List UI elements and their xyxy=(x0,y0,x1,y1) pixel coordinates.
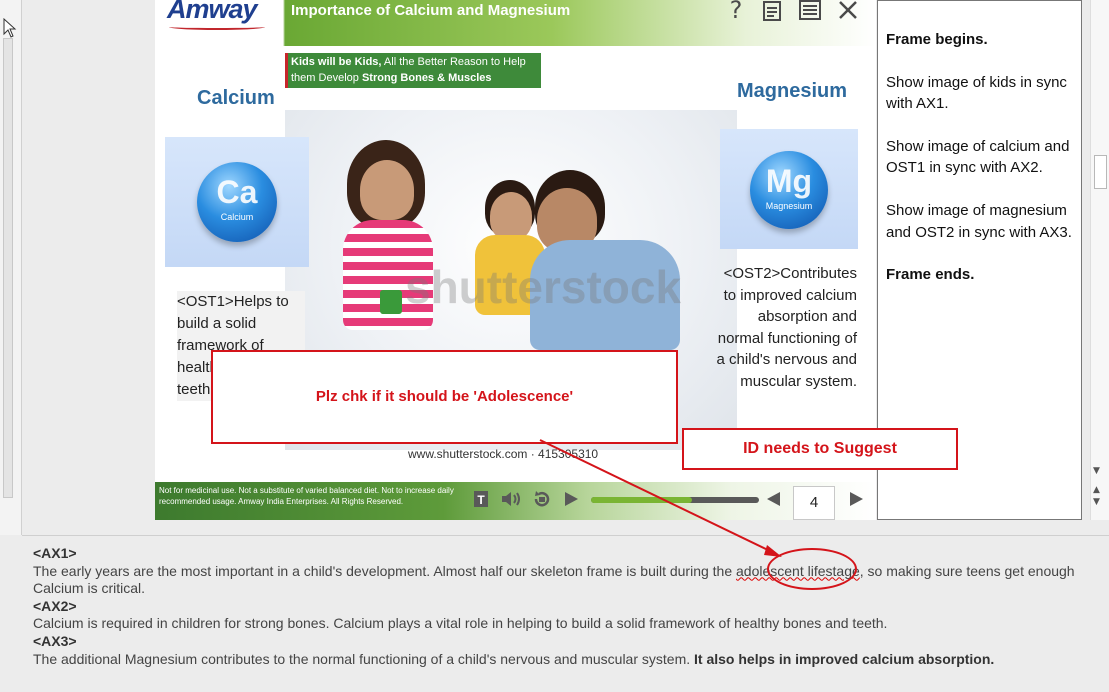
girl-face xyxy=(360,160,414,220)
calcium-orb: Ca Calcium xyxy=(197,162,277,242)
ax3-text-bold: It also helps in improved calcium absorp… xyxy=(694,650,995,667)
right-scrollbar[interactable] xyxy=(1090,0,1109,520)
scroll-down-icon[interactable]: ▼ xyxy=(1093,466,1100,476)
magnesium-image: Mg Magnesium xyxy=(720,129,858,249)
ax2-text: Calcium is required in children for stro… xyxy=(33,615,888,632)
scrollbar-thumb[interactable] xyxy=(1094,155,1107,189)
left-scrollbar[interactable] xyxy=(3,38,13,498)
volume-icon[interactable] xyxy=(500,490,522,513)
scroll-page-down-icon[interactable]: ▼ xyxy=(1093,497,1100,507)
calcium-label: Calcium xyxy=(220,212,254,222)
disclaimer-text: Not for medicinal use. Not a substitute … xyxy=(159,486,454,506)
notes-line-2: Show image of kids in sync with AX1. xyxy=(886,73,1067,113)
document-window: Amway Importance of Calcium and Magnesiu… xyxy=(0,0,1109,692)
magnesium-orb: Mg Magnesium xyxy=(750,151,828,229)
banner-bold: Kids will be Kids, xyxy=(291,56,382,68)
close-icon[interactable] xyxy=(835,0,861,22)
notes-frame-begins: Frame begins. xyxy=(886,31,988,48)
notes-frame-ends: Frame ends. xyxy=(886,266,975,284)
previous-slide-icon[interactable] xyxy=(765,490,783,513)
progress-bar[interactable] xyxy=(591,497,759,503)
watermark: shutterstock xyxy=(405,261,682,313)
ost2-text: <OST2>Contributes to improved calcium ab… xyxy=(716,265,857,390)
mouse-cursor-icon xyxy=(3,18,17,38)
ax3-text-start: The additional Magnesium contributes to … xyxy=(33,650,695,667)
calcium-image: Ca Calcium xyxy=(165,137,309,267)
replay-icon[interactable] xyxy=(532,490,552,513)
ax3-tag: <AX3> xyxy=(33,632,77,649)
amway-logo: Amway xyxy=(167,0,258,24)
magnesium-label: Magnesium xyxy=(765,201,813,211)
shutterstock-credit: www.shutterstock.com · 415305310 xyxy=(408,447,599,461)
play-icon[interactable] xyxy=(562,490,580,513)
green-toy-block xyxy=(380,290,402,314)
tagline-banner: Kids will be Kids, All the Better Reason… xyxy=(285,53,541,88)
review-comment-adolescence[interactable]: Plz chk if it should be 'Adolescence' xyxy=(211,350,678,444)
progress-fill xyxy=(591,497,692,503)
ax3-text: The additional Magnesium contributes to … xyxy=(33,651,1109,669)
toddler-face xyxy=(490,192,532,240)
calcium-heading: Calcium xyxy=(197,87,275,109)
scroll-page-up-icon[interactable]: ▲ xyxy=(1093,485,1100,495)
svg-text:T: T xyxy=(477,493,485,507)
ax1-text-start: The early years are the most important i… xyxy=(33,562,737,579)
next-slide-icon[interactable] xyxy=(847,490,865,513)
ax1-tag: <AX1> xyxy=(33,545,77,561)
magnesium-heading: Magnesium xyxy=(737,80,848,102)
transcript-icon[interactable]: T xyxy=(473,490,489,513)
calcium-symbol: Ca xyxy=(216,174,258,210)
page-number: 4 xyxy=(793,486,835,520)
ax1-text: The early years are the most important i… xyxy=(33,563,1109,598)
ax2-tag: <AX2> xyxy=(33,597,77,614)
slide-title: Importance of Calcium and Magnesium xyxy=(291,2,571,19)
menu-icon[interactable] xyxy=(797,0,823,22)
help-icon[interactable]: ? xyxy=(723,0,749,22)
magnesium-symbol: Mg xyxy=(765,163,813,199)
notes-line-3: Show image of calcium and OST1 in sync w… xyxy=(886,137,1070,177)
audio-script[interactable]: <AX1> The early years are the most impor… xyxy=(22,535,1109,692)
review-comment-id-suggest[interactable]: ID needs to Suggest xyxy=(682,428,958,470)
highlight-ellipse xyxy=(767,548,857,590)
banner-bold-2: Strong Bones & Muscles xyxy=(361,72,492,84)
logo-swoosh xyxy=(169,24,265,30)
notes-icon[interactable] xyxy=(759,0,785,22)
notes-line-4: Show image of magnesium and OST2 in sync… xyxy=(886,201,1072,241)
